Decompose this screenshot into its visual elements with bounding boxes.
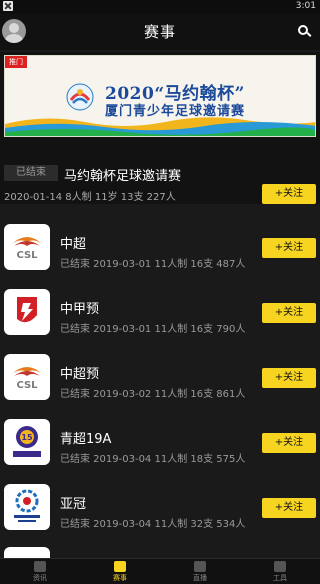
tools-icon <box>274 561 286 572</box>
competition-name: 中超 <box>60 237 87 252</box>
search-icon[interactable] <box>298 25 308 35</box>
competition-name: 马约翰杯足球邀请赛 <box>64 169 182 184</box>
banner-tag: 推门 <box>5 56 27 68</box>
competition-list: CSL 中超 已结束 2019-03-01 11人制 16支 487人 +关注 … <box>0 216 320 541</box>
match-icon <box>114 561 126 572</box>
status-time: 3:01 <box>295 1 316 11</box>
competition-name: 青超19A <box>60 432 112 447</box>
competition-detail: 已结束 2019-03-04 11人制 32支 534人 <box>60 519 246 530</box>
svg-text:CSL: CSL <box>16 250 38 261</box>
news-icon <box>34 561 46 572</box>
follow-button[interactable]: +关注 <box>262 498 316 518</box>
featured-banner[interactable]: 推门 2020“马约翰杯” 厦门青少年足球邀请赛 <box>4 55 316 137</box>
bottom-tab-bar: 资讯 赛事 直播 工具 <box>0 558 320 584</box>
follow-button[interactable]: +关注 <box>262 433 316 453</box>
live-icon <box>194 561 206 572</box>
close-app-icon[interactable] <box>3 1 13 11</box>
afc-champions-league-logo-icon <box>4 484 50 530</box>
tab-label: 直播 <box>193 574 207 582</box>
china-league-one-logo-icon <box>4 289 50 335</box>
competition-detail: 已结束 2019-03-01 11人制 16支 790人 <box>60 324 246 335</box>
follow-button[interactable]: +关注 <box>262 303 316 323</box>
app-header: 赛事 <box>0 14 320 50</box>
csl-logo-icon: CSL <box>4 354 50 400</box>
page-title: 赛事 <box>143 23 176 41</box>
svg-text:15: 15 <box>21 433 33 442</box>
youth-super-league-logo-icon: 15 <box>4 419 50 465</box>
competition-name: 中超预 <box>60 367 100 382</box>
tab-label: 赛事 <box>113 574 127 582</box>
competition-detail: 已结束 2019-03-04 11人制 18支 575人 <box>60 454 246 465</box>
tab-live[interactable]: 直播 <box>160 559 240 584</box>
csl-logo-icon: CSL <box>4 224 50 270</box>
list-item[interactable]: 15 青超19A 已结束 2019-03-04 11人制 18支 575人 +关… <box>0 411 320 476</box>
list-item[interactable]: 亚冠 已结束 2019-03-04 11人制 32支 534人 +关注 <box>0 476 320 541</box>
status-badge: 已结束 <box>4 165 58 181</box>
competition-name: 亚冠 <box>60 497 87 512</box>
follow-button[interactable]: +关注 <box>262 368 316 388</box>
banner-wave-decoration <box>5 117 315 136</box>
list-item[interactable]: CSL 中超预 已结束 2019-03-02 11人制 16支 861人 +关注 <box>0 346 320 411</box>
tab-label: 工具 <box>273 574 287 582</box>
competition-detail: 2020-01-14 8人制 11岁 13支 227人 <box>4 192 176 203</box>
tab-label: 资讯 <box>33 574 47 582</box>
tab-tools[interactable]: 工具 <box>240 559 320 584</box>
tab-match[interactable]: 赛事 <box>80 559 160 584</box>
list-item[interactable]: 中甲预 已结束 2019-03-01 11人制 16支 790人 +关注 <box>0 281 320 346</box>
follow-button[interactable]: +关注 <box>262 184 316 204</box>
svg-text:CSL: CSL <box>16 380 38 391</box>
list-item[interactable]: CSL 中超 已结束 2019-03-01 11人制 16支 487人 +关注 <box>0 216 320 281</box>
tournament-emblem-icon <box>66 83 94 111</box>
competition-name: 中甲预 <box>60 302 100 317</box>
competition-detail: 已结束 2019-03-01 11人制 16支 487人 <box>60 259 246 270</box>
tab-news[interactable]: 资讯 <box>0 559 80 584</box>
featured-competition[interactable]: 推门 2020“马约翰杯” 厦门青少年足球邀请赛 已结束 马约翰杯足球邀请赛 2… <box>0 52 320 204</box>
status-bar: 3:01 <box>0 0 320 14</box>
competition-detail: 已结束 2019-03-02 11人制 16支 861人 <box>60 389 246 400</box>
follow-button[interactable]: +关注 <box>262 238 316 258</box>
